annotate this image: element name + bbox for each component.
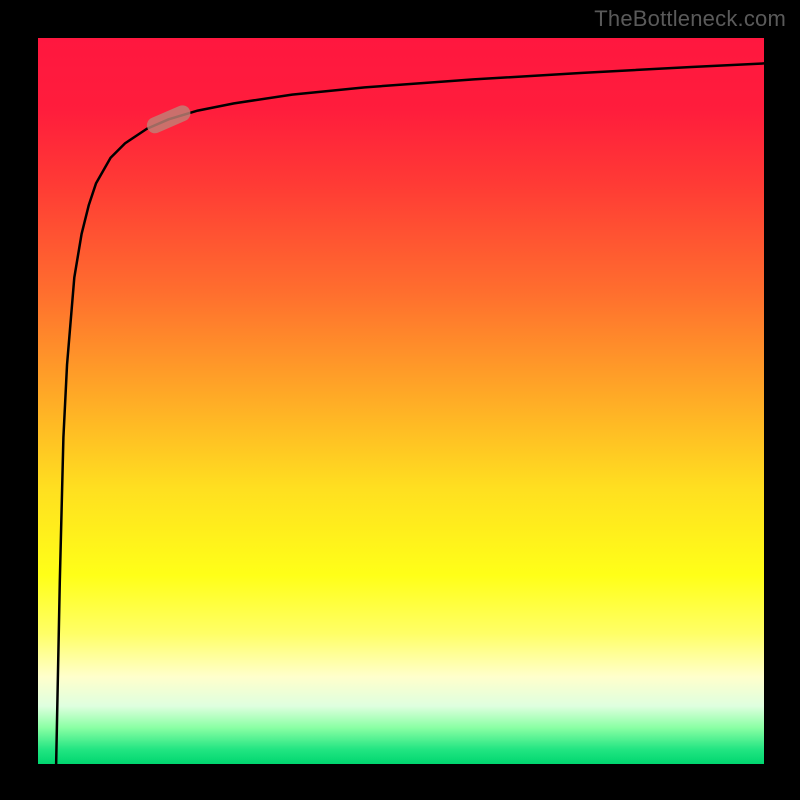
curve-layer [38, 38, 764, 764]
curve-marker [144, 103, 193, 136]
chart-stage: TheBottleneck.com [0, 0, 800, 800]
curve-path [56, 63, 764, 764]
credit-text: TheBottleneck.com [594, 6, 786, 32]
